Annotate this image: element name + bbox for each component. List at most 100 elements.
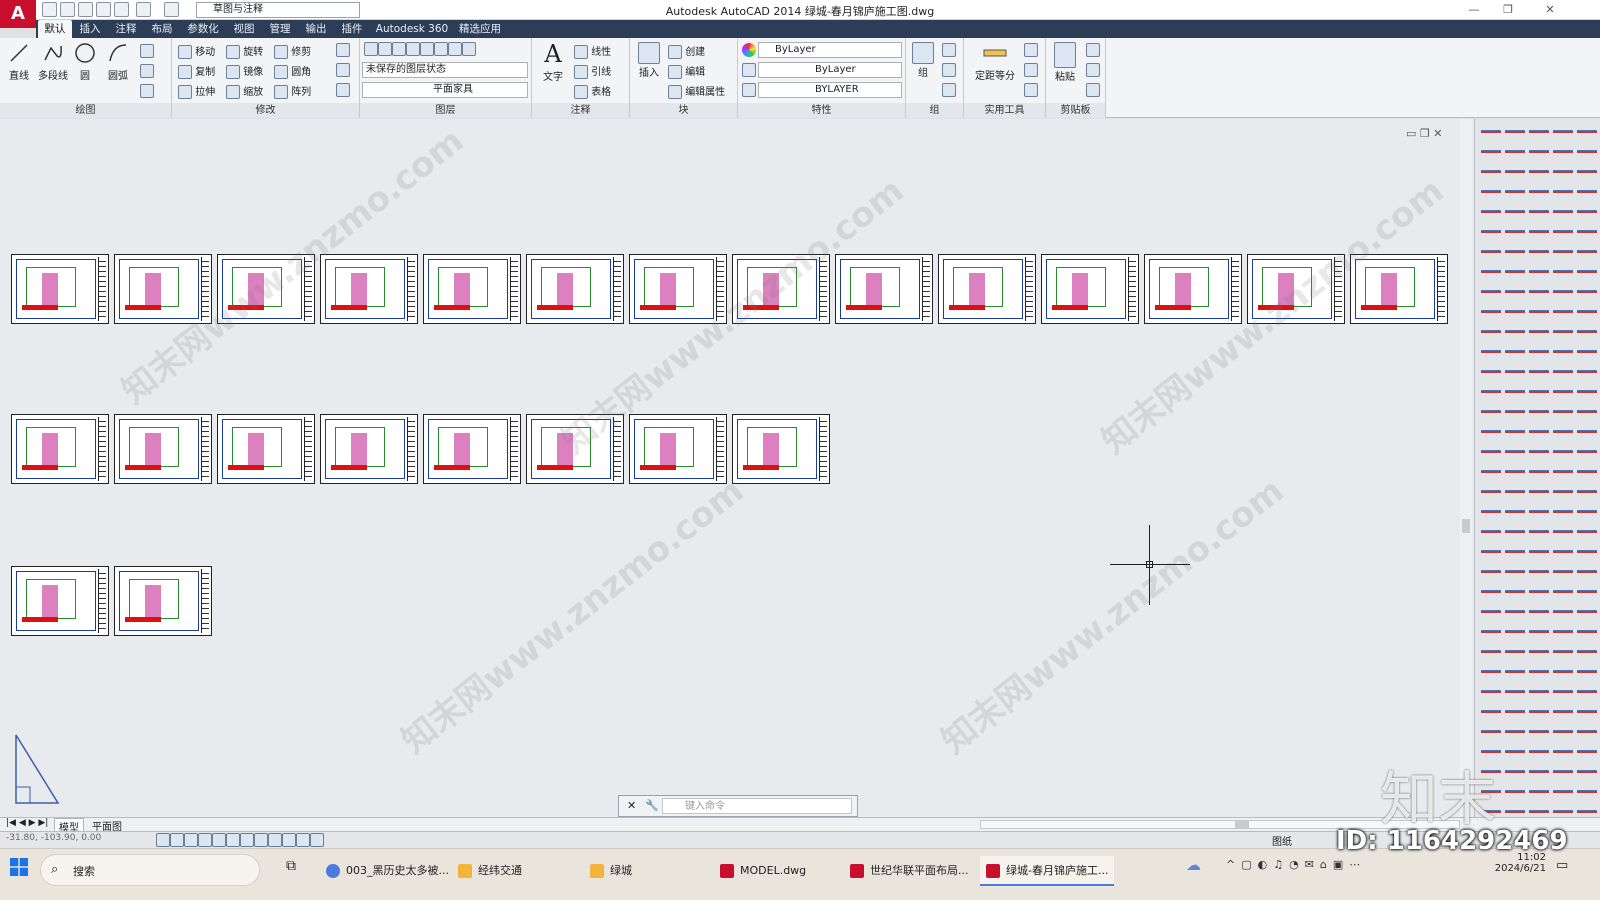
drawing-sheet[interactable] [114, 414, 212, 484]
move-button[interactable]: 移动 [178, 43, 215, 59]
drawing-sheet[interactable] [320, 414, 418, 484]
tab-output[interactable]: 输出 [300, 20, 332, 38]
drawing-sheet[interactable] [1041, 254, 1139, 324]
palette-column[interactable] [1577, 127, 1597, 817]
paper-space-toggle[interactable]: 图纸 [1272, 833, 1292, 848]
insert-block-button[interactable]: 插入 [634, 42, 664, 79]
panel-title-groups[interactable]: 组 [906, 103, 963, 118]
mirror-button[interactable]: 镜像 [226, 63, 263, 79]
calculator-icon[interactable] [1024, 83, 1038, 97]
drawing-sheet[interactable] [320, 254, 418, 324]
tab-insert[interactable]: 插入 [74, 20, 106, 38]
drawing-sheet[interactable] [114, 566, 212, 636]
layout-nav-arrows[interactable]: |◀ ◀ ▶ ▶| [6, 818, 48, 828]
stretch-button[interactable]: 拉伸 [178, 83, 215, 99]
tab-parametric[interactable]: 参数化 [182, 20, 224, 38]
trim-button[interactable]: 修剪 [274, 43, 311, 59]
scale-button[interactable]: 缩放 [226, 83, 263, 99]
hscroll-thumb[interactable] [1235, 821, 1249, 828]
drawing-sheet[interactable] [11, 414, 109, 484]
panel-title-utilities[interactable]: 实用工具 [964, 103, 1045, 118]
ortho-icon[interactable] [184, 833, 198, 847]
panel-title-properties[interactable]: 特性 [738, 103, 905, 118]
scroll-thumb[interactable] [1462, 519, 1470, 533]
layer-lock-icon[interactable] [434, 42, 448, 56]
customize-icon[interactable]: 🔧 [645, 799, 659, 812]
transparency-icon[interactable] [296, 833, 310, 847]
current-layer-dropdown[interactable]: 平面家具 [362, 82, 528, 98]
polyline-button[interactable]: 多段线 [36, 42, 70, 82]
vertical-scrollbar[interactable] [1460, 119, 1472, 823]
layer-off-icon[interactable] [420, 42, 434, 56]
taskbar-item-current-dwg[interactable]: 绿城-春月锦庐施工... [980, 856, 1115, 886]
drawing-sheet[interactable] [423, 414, 521, 484]
drawing-sheet[interactable] [835, 254, 933, 324]
select-all-icon[interactable] [1024, 63, 1038, 77]
layer-state-dropdown[interactable]: 未保存的图层状态 [362, 62, 528, 78]
restore-icon[interactable]: ❐ [1496, 2, 1520, 18]
viewport-controls[interactable]: ▭ ❐ ✕ [1406, 127, 1442, 140]
notification-icon[interactable]: ▭ [1556, 858, 1568, 873]
panel-title-annotation[interactable]: 注释 [532, 103, 629, 118]
lineweight-toggle-icon[interactable] [282, 833, 296, 847]
edit-attributes-button[interactable]: 编辑属性 [668, 83, 725, 99]
palette-column[interactable] [1553, 127, 1573, 817]
tab-view[interactable]: 视图 [228, 20, 260, 38]
3d-osnap-icon[interactable] [226, 833, 240, 847]
palette-column[interactable] [1505, 127, 1525, 817]
line-button[interactable]: 直线 [6, 42, 32, 82]
panel-title-modify[interactable]: 修改 [172, 103, 359, 118]
osnap-icon[interactable] [212, 833, 226, 847]
panel-title-clipboard[interactable]: 剪贴板 [1046, 103, 1105, 118]
drawing-sheet[interactable] [732, 414, 830, 484]
copy-button[interactable]: 复制 [178, 63, 215, 79]
leader-button[interactable]: 引线 [574, 63, 611, 79]
layer-walk-icon[interactable] [462, 42, 476, 56]
drawing-sheet[interactable] [526, 254, 624, 324]
linear-dimension-button[interactable]: 线性 [574, 43, 611, 59]
layer-isolate-icon[interactable] [392, 42, 406, 56]
grid-icon[interactable] [170, 833, 184, 847]
arc-button[interactable]: 圆弧 [104, 42, 132, 82]
array-button[interactable]: 阵列 [274, 83, 311, 99]
drawing-sheet[interactable] [11, 566, 109, 636]
drawing-sheet[interactable] [423, 254, 521, 324]
tab-autodesk-360[interactable]: Autodesk 360 [374, 20, 450, 38]
text-button[interactable]: A 文字 [538, 40, 568, 83]
drawing-sheet[interactable] [1144, 254, 1242, 324]
close-icon[interactable]: ✕ [1538, 2, 1562, 18]
drawing-sheet[interactable] [938, 254, 1036, 324]
close-command-icon[interactable]: ✕ [627, 799, 636, 812]
tab-featured-apps[interactable]: 精选应用 [454, 20, 506, 38]
palette-column[interactable] [1481, 127, 1501, 817]
color-dropdown[interactable]: ByLayer [758, 42, 902, 58]
panel-title-layers[interactable]: 图层 [360, 103, 531, 118]
drawing-sheet[interactable] [217, 414, 315, 484]
polar-icon[interactable] [198, 833, 212, 847]
group-select-icon[interactable] [942, 83, 956, 97]
taskbar-item-shiji-layout[interactable]: 世纪华联平面布局... [850, 856, 969, 886]
task-view-icon[interactable]: ⧉ [286, 858, 296, 874]
paste-button[interactable]: 粘贴 [1050, 42, 1080, 83]
weather-icon[interactable]: ☁ [1186, 856, 1201, 874]
layer-unisolate-icon[interactable] [448, 42, 462, 56]
offset-icon[interactable] [336, 83, 350, 97]
erase-icon[interactable] [336, 43, 350, 57]
taskbar-item-browser[interactable]: 003_黑历史太多被... [326, 856, 449, 886]
measure-button[interactable]: 定距等分 [970, 42, 1020, 82]
panel-title-block[interactable]: 块 [630, 103, 737, 118]
drawing-canvas[interactable]: ▭ ❐ ✕ 知末网www.znzmo.com 知末网www.znzmo.com … [0, 119, 1494, 823]
cut-icon[interactable] [1086, 43, 1100, 57]
lineweight-dropdown[interactable]: BYLAYER [758, 82, 902, 98]
palette-column[interactable] [1529, 127, 1549, 817]
explode-icon[interactable] [336, 63, 350, 77]
system-tray[interactable]: ^▢◐♫◔✉⌂▣⋯ [1226, 858, 1366, 871]
linetype-dropdown[interactable]: ByLayer [758, 62, 902, 78]
fillet-button[interactable]: 圆角 [274, 63, 311, 79]
quick-select-icon[interactable] [1024, 43, 1038, 57]
taskbar-item-folder-lvcheng[interactable]: 绿城 [590, 856, 632, 886]
taskbar-search[interactable]: ⌕ 搜索 [40, 854, 260, 886]
snap-icon[interactable] [156, 833, 170, 847]
tab-default[interactable]: 默认 [38, 20, 72, 38]
dyn-icon[interactable] [268, 833, 282, 847]
